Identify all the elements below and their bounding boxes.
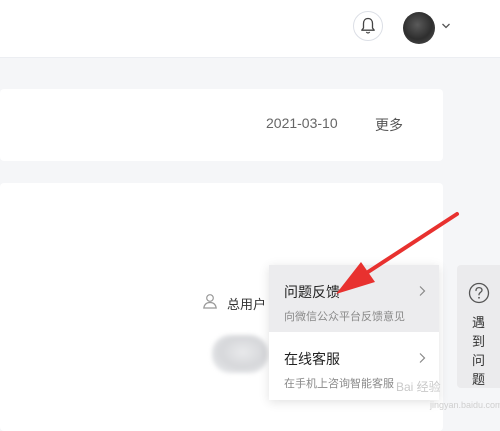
menu-item-title: 问题反馈 bbox=[284, 284, 340, 300]
menu-item-subtitle: 在手机上咨询智能客服 bbox=[284, 378, 394, 390]
menu-item-feedback[interactable]: 问题反馈 向微信公众平台反馈意见 bbox=[269, 265, 439, 332]
help-side-tab[interactable]: 遇 到 问 题 bbox=[457, 265, 500, 388]
avatar[interactable] bbox=[403, 12, 435, 44]
menu-item-title: 在线客服 bbox=[284, 351, 340, 367]
side-tab-char: 遇 bbox=[471, 315, 485, 330]
watermark: Bai 经验 bbox=[396, 380, 441, 394]
notification-button[interactable] bbox=[353, 11, 383, 41]
more-link[interactable]: 更多 bbox=[375, 115, 403, 135]
chevron-down-icon[interactable] bbox=[441, 21, 451, 31]
menu-item-subtitle: 向微信公众平台反馈意见 bbox=[284, 311, 405, 323]
top-header bbox=[0, 0, 500, 58]
notice-date: 2021-03-10 bbox=[266, 115, 338, 131]
watermark-url: jingyan.baidu.com bbox=[430, 400, 500, 410]
side-tab-char: 题 bbox=[471, 372, 485, 387]
side-tab-char: 到 bbox=[471, 334, 485, 349]
chevron-right-icon bbox=[419, 286, 426, 296]
total-users-label: 总用户 bbox=[227, 297, 267, 312]
bell-icon bbox=[361, 17, 375, 34]
side-tab-label: 遇 到 问 题 bbox=[457, 313, 500, 389]
question-circle-icon bbox=[468, 282, 490, 304]
user-icon bbox=[203, 294, 217, 309]
chevron-right-icon bbox=[419, 353, 426, 363]
side-tab-char: 问 bbox=[471, 353, 485, 368]
blurred-avatar bbox=[212, 335, 268, 373]
